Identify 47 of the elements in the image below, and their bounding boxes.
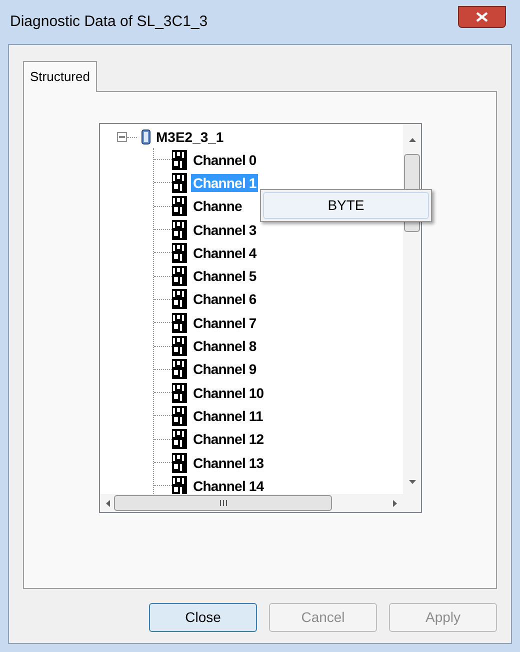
tab[interactable]: Structured bbox=[23, 61, 97, 92]
vertical-scrollbar[interactable] bbox=[403, 124, 421, 494]
binary-icon bbox=[172, 312, 187, 333]
tree-item[interactable]: Channe bbox=[191, 197, 244, 216]
tree-item[interactable]: Channel 11 bbox=[191, 406, 265, 425]
tree-item[interactable]: Channel 0 bbox=[191, 150, 258, 169]
binary-icon bbox=[172, 266, 187, 286]
binary-icon bbox=[172, 220, 187, 240]
tree-item[interactable]: Channel 4 bbox=[191, 244, 258, 262]
minus-icon bbox=[119, 134, 125, 140]
scroll-down-icon bbox=[408, 480, 416, 484]
tree-item[interactable]: Channel 10 bbox=[191, 384, 266, 402]
binary-icon bbox=[172, 336, 187, 356]
scrollbar-thumb[interactable] bbox=[114, 495, 332, 511]
tree-item[interactable]: Channel 3 bbox=[191, 220, 258, 239]
close-icon bbox=[476, 12, 488, 22]
binary-icon bbox=[172, 242, 187, 263]
scroll-right-icon bbox=[393, 500, 397, 506]
horizontal-scrollbar[interactable] bbox=[100, 494, 421, 512]
binary-icon bbox=[172, 150, 187, 170]
menu-item[interactable]: BYTE bbox=[263, 192, 429, 219]
binary-icon bbox=[172, 406, 187, 426]
tree-item[interactable]: Channel 14 bbox=[191, 476, 266, 494]
dialog-button[interactable]: Close bbox=[149, 603, 257, 632]
tree-item[interactable]: Channel 6 bbox=[191, 290, 258, 308]
close-button[interactable] bbox=[458, 6, 506, 28]
collapse-toggle[interactable] bbox=[117, 132, 127, 142]
scroll-left-icon bbox=[106, 500, 110, 506]
module-icon bbox=[141, 129, 151, 145]
tree-item[interactable]: Channel 8 bbox=[191, 337, 258, 356]
binary-icon bbox=[172, 172, 187, 193]
tree-item[interactable]: Channel 13 bbox=[191, 454, 266, 472]
binary-icon bbox=[172, 429, 187, 450]
tree-item[interactable]: Channel 12 bbox=[191, 430, 266, 448]
tree-node[interactable]: M3E2_3_1 bbox=[156, 126, 224, 148]
binary-icon bbox=[172, 476, 187, 494]
binary-icon bbox=[172, 452, 187, 472]
tree-item[interactable]: Channel 7 bbox=[191, 314, 258, 332]
binary-icon bbox=[172, 196, 187, 216]
binary-icon bbox=[172, 382, 187, 403]
window-title: Diagnostic Data of SL_3C1_3 bbox=[10, 12, 208, 32]
tree-item[interactable]: Channel 5 bbox=[191, 267, 258, 286]
scroll-up-icon bbox=[408, 138, 416, 142]
grip-icon bbox=[220, 500, 226, 506]
tree-item[interactable]: Channel 9 bbox=[191, 360, 258, 378]
binary-icon bbox=[172, 359, 187, 380]
binary-icon bbox=[172, 289, 187, 310]
